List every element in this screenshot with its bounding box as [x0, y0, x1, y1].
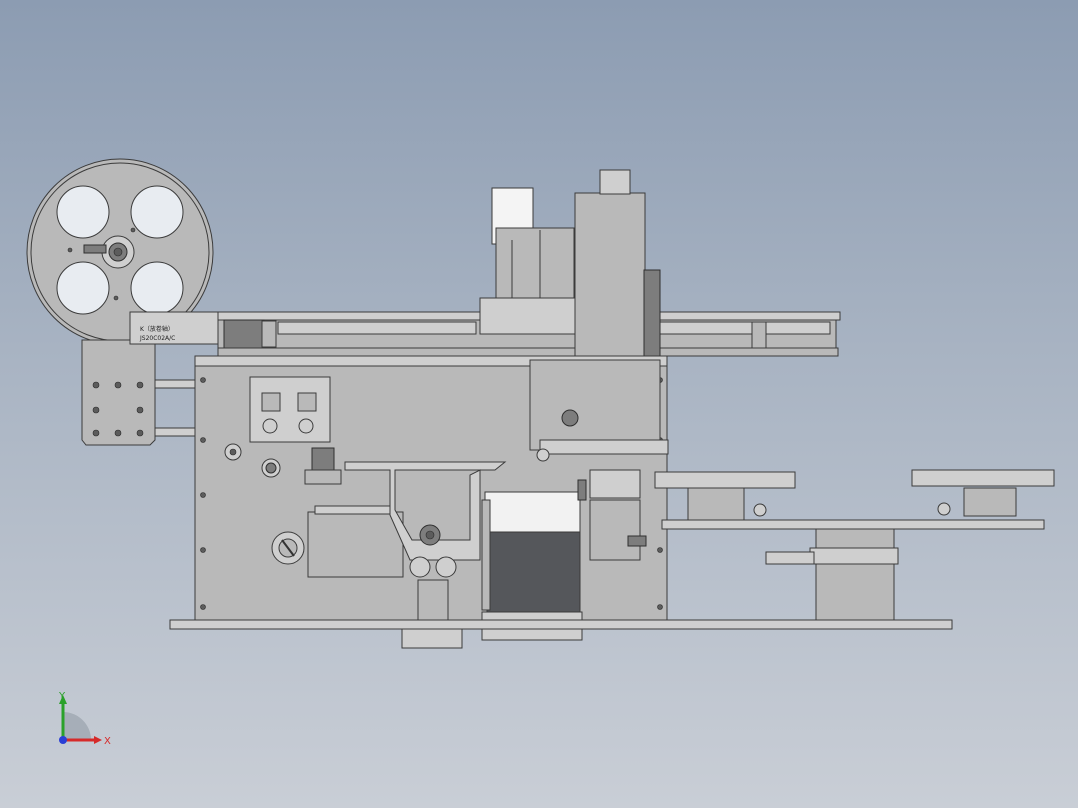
y-axis-label: Y — [58, 691, 66, 702]
rail-base — [217, 347, 839, 357]
bolt — [114, 381, 122, 389]
motor-cover — [307, 511, 404, 578]
peel-plate — [539, 439, 669, 455]
applicator-roller — [561, 409, 579, 427]
peel-roller — [536, 448, 550, 462]
column-collar — [809, 547, 899, 565]
roller-axle — [425, 530, 435, 540]
rail-stop — [751, 321, 767, 349]
reel-pin — [113, 295, 119, 301]
x-axis-arrow — [94, 736, 102, 744]
print-unit-cap — [599, 169, 631, 195]
bracket-plate — [81, 339, 156, 446]
fitting — [577, 479, 587, 501]
bolt — [200, 377, 206, 383]
triad-plane — [63, 712, 91, 740]
motor-cover-lip — [314, 505, 396, 515]
rail-stop — [261, 320, 277, 348]
plate-text-1: K（放卷轴） — [140, 325, 174, 333]
bolt — [136, 429, 144, 437]
emergency-button-cap — [265, 462, 277, 474]
table-column — [815, 528, 895, 622]
bolt — [92, 406, 100, 414]
head-frame — [495, 227, 575, 301]
table-top — [661, 519, 1045, 530]
pulley-left — [687, 487, 745, 521]
bracket-rod-lower — [154, 427, 198, 437]
material-box — [481, 491, 583, 641]
cylinder-rod — [627, 535, 647, 547]
machine-assembly-drawing: K（放卷轴） JS20C02A/C Y X — [26, 158, 1055, 747]
roller-support — [417, 579, 449, 621]
bolt — [200, 604, 206, 610]
reel-axle — [113, 247, 123, 257]
coordinate-triad[interactable]: Y X — [58, 691, 111, 747]
table-bolt — [937, 502, 951, 516]
cad-viewport[interactable]: K（放卷轴） JS20C02A/C Y X — [0, 0, 1078, 808]
box-top — [484, 491, 581, 533]
bolt — [200, 547, 206, 553]
reel-pin — [67, 247, 73, 253]
conveyor-plate-left — [654, 471, 796, 489]
carriage-block — [479, 297, 581, 335]
reel-window-3 — [56, 261, 110, 315]
pinch-roller-right — [435, 556, 457, 578]
switch-left[interactable] — [261, 392, 281, 412]
x-axis-label: X — [104, 736, 111, 747]
indicator-right — [298, 418, 314, 434]
sensor-block — [311, 447, 335, 471]
bolt — [136, 406, 144, 414]
side-fitting — [765, 551, 815, 565]
reel-window-2 — [130, 185, 184, 239]
bracket-rod-upper — [154, 379, 198, 389]
sensor-mount — [304, 469, 342, 485]
pinch-roller-left — [409, 556, 431, 578]
bolt — [92, 381, 100, 389]
bolt — [114, 429, 122, 437]
rail-end-block — [223, 319, 265, 349]
switch-right[interactable] — [297, 392, 317, 412]
bolt — [657, 547, 663, 553]
bolt — [136, 381, 144, 389]
reel-window-1 — [56, 185, 110, 239]
control-box — [249, 376, 331, 443]
bolt — [657, 604, 663, 610]
box-body — [486, 531, 581, 613]
table-bolt — [753, 503, 767, 517]
reel-lock-lever — [83, 244, 107, 254]
z-axis-dot — [59, 736, 67, 744]
indicator-left — [262, 418, 278, 434]
bolt — [92, 429, 100, 437]
rail-rod — [277, 321, 477, 335]
bolt — [200, 492, 206, 498]
print-unit-body — [574, 192, 646, 362]
reel-window-4 — [130, 261, 184, 315]
reel-pin — [130, 227, 136, 233]
cylinder-block — [589, 499, 641, 561]
box-side — [481, 499, 491, 611]
base-plate — [169, 619, 953, 630]
rail-rod — [659, 321, 831, 335]
sensor-head — [589, 469, 641, 499]
reel-bracket — [81, 339, 198, 446]
print-unit-side — [643, 269, 661, 361]
conveyor-plate-right — [911, 469, 1055, 487]
plate-text-2: JS20C02A/C — [139, 335, 175, 342]
conveyor-table — [654, 469, 1055, 622]
knob-center — [229, 448, 237, 456]
pulley-right — [963, 487, 1017, 517]
print-head-carriage — [479, 169, 661, 362]
bolt — [200, 437, 206, 443]
applicator-frame — [529, 359, 661, 451]
